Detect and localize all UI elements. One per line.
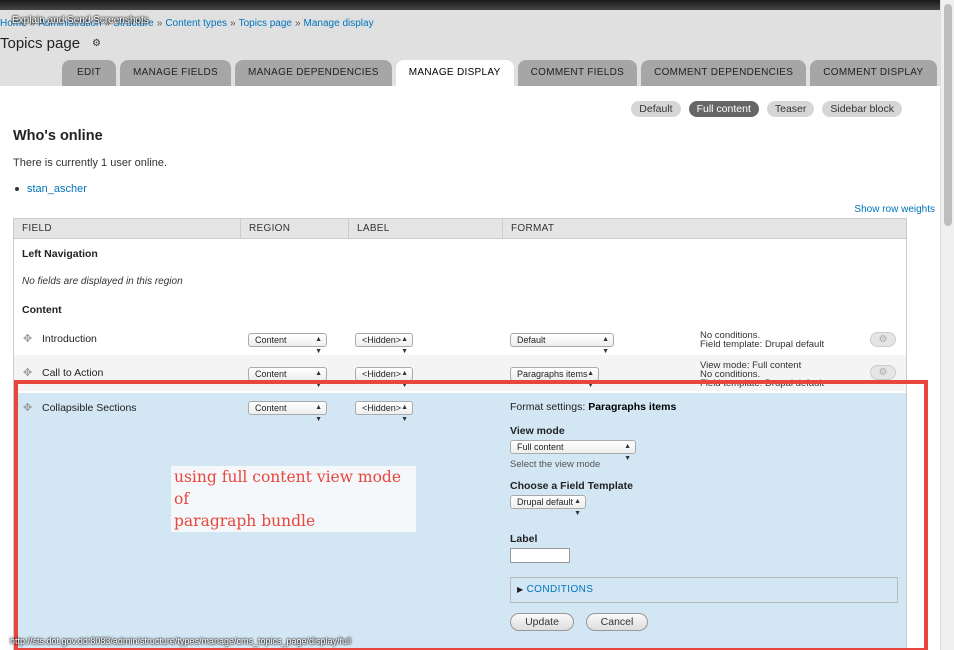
cancel-button[interactable]: Cancel [586,613,648,631]
updown-arrows-icon: ▲ ▼ [315,404,322,423]
breadcrumb-manage-display[interactable]: Manage display [304,18,374,29]
view-mode-description: Select the view mode [510,459,601,470]
annotation-note: using full content view mode of paragrap… [171,466,416,532]
conditions-legend: CONDITIONS [526,584,594,595]
bullet-icon [15,187,19,192]
breadcrumb-separator: » [230,18,236,29]
block-title: Who's online [13,128,103,144]
breadcrumb-separator: » [156,18,163,29]
label-select[interactable]: <Hidden> ▲ ▼ [355,401,413,423]
summary-line: Field template: Drupal default [700,339,825,350]
field-display-table: FIELD REGION LABEL FORMAT Left Navigatio… [13,218,907,650]
tab-manage-dependencies[interactable]: MANAGE DEPENDENCIES [235,60,392,86]
updown-arrows-icon: ▲ ▼ [315,370,322,389]
field-template-select-value: Drupal default [517,497,574,507]
breadcrumb-content-types[interactable]: Content types [165,18,227,29]
field-name: Introduction [42,333,97,345]
view-mode-teaser[interactable]: Teaser [766,101,815,117]
show-row-weights-link[interactable]: Show row weights [854,204,935,215]
user-link[interactable]: stan_ascher [27,183,87,195]
breadcrumb-topics-page[interactable]: Topics page [239,18,292,29]
updown-arrows-icon: ▲ ▼ [624,443,631,462]
online-user-list: stan_ascher [15,183,87,195]
region-left-navigation: Left Navigation [22,248,98,260]
primary-tabs: EDIT MANAGE FIELDS MANAGE DEPENDENCIES M… [62,60,937,86]
tab-manage-display[interactable]: MANAGE DISPLAY [395,60,514,86]
label-select[interactable]: <Hidden> ▲ ▼ [355,333,413,355]
tab-comment-fields[interactable]: COMMENT FIELDS [517,60,638,86]
format-summary: No conditions. Field template: Drupal de… [700,331,825,350]
drag-handle-icon[interactable]: ✥ [23,368,33,379]
format-summary: View mode: Full content No conditions. F… [700,361,825,389]
summary-line: Field template: Drupal default [700,378,825,389]
format-settings-value: Paragraphs items [588,401,677,413]
format-settings-prefix: Format settings: [510,401,586,413]
field-name: Call to Action [42,367,104,379]
column-header-format: FORMAT [511,223,555,234]
view-mode-tabs: Default Full content Teaser Sidebar bloc… [631,101,902,117]
column-header-label: LABEL [349,219,503,239]
updown-arrows-icon: ▲ ▼ [574,498,581,517]
view-mode-select[interactable]: Full content ▲ ▼ [510,440,636,462]
drag-handle-icon[interactable]: ✥ [23,334,33,345]
region-select-value: Content [255,369,287,379]
gear-icon[interactable]: ⚙ [92,39,102,49]
gear-icon[interactable]: ⚙ [870,332,896,347]
format-settings-title: Format settings: Paragraphs items [510,401,676,413]
region-select-value: Content [255,335,287,345]
label-text-input[interactable] [510,548,570,563]
label-select[interactable]: <Hidden> ▲ ▼ [355,367,413,389]
tab-comment-dependencies[interactable]: COMMENT DEPENDENCIES [641,60,807,86]
breadcrumb-separator: » [294,18,301,29]
updown-arrows-icon: ▲ ▼ [401,370,408,389]
field-template-label: Choose a Field Template [510,480,633,492]
region-select[interactable]: Content ▲ ▼ [248,401,327,423]
annotation-line: paragraph bundle [174,512,316,530]
label-select-value: <Hidden> [362,335,402,345]
format-select-value: Paragraphs items [517,369,588,379]
updown-arrows-icon: ▲ ▼ [587,370,594,389]
region-select[interactable]: Content ▲ ▼ [248,333,327,355]
conditions-fieldset[interactable]: ▶ CONDITIONS [510,577,898,603]
drag-handle-icon[interactable]: ✥ [23,403,33,414]
view-mode-sidebar-block[interactable]: Sidebar block [822,101,902,117]
view-mode-select-value: Full content [517,442,564,452]
format-select[interactable]: Paragraphs items ▲ ▼ [510,367,599,389]
format-select-value: Default [517,335,546,345]
page-title: Topics page [0,35,81,52]
view-mode-default[interactable]: Default [631,101,681,117]
triangle-right-icon: ▶ [517,585,524,594]
update-button[interactable]: Update [510,613,574,631]
tab-comment-display[interactable]: COMMENT DISPLAY [810,60,937,86]
vertical-scrollbar[interactable] [940,0,954,650]
table-row: ✥ Call to Action Content ▲ ▼ <Hidden> ▲ ▼ Pa… [14,355,906,391]
view-mode-label: View mode [510,425,565,437]
view-mode-full-content[interactable]: Full content [688,101,759,117]
annotation-line: using full content view mode of [174,468,402,508]
label-field-label: Label [510,533,538,545]
region-empty-message: No fields are displayed in this region [22,276,183,287]
updown-arrows-icon: ▲ ▼ [401,404,408,423]
online-count-text: There is currently 1 user online. [13,157,168,169]
format-select[interactable]: Default ▲ ▼ [510,333,614,355]
table-header: FIELD REGION LABEL FORMAT [14,219,906,239]
column-header-field: FIELD [14,219,241,239]
region-select[interactable]: Content ▲ ▼ [248,367,327,389]
status-bar-url: http://sts.dot.gov.dd:8083/admin/structu… [10,636,352,646]
scrollbar-thumb[interactable] [944,4,952,226]
table-row: ✥ Introduction Content ▲ ▼ <Hidden> ▲ ▼ Defa… [14,323,906,355]
field-template-select[interactable]: Drupal default ▲ ▼ [510,495,586,517]
region-content: Content [22,304,62,316]
tab-edit[interactable]: EDIT [62,60,116,86]
label-select-value: <Hidden> [362,403,402,413]
field-name: Collapsible Sections [42,402,137,414]
region-select-value: Content [255,403,287,413]
label-select-value: <Hidden> [362,369,402,379]
window-title: Explain and Send Screenshots [12,15,149,26]
gear-icon[interactable]: ⚙ [870,365,896,380]
tab-manage-fields[interactable]: MANAGE FIELDS [120,60,232,86]
table-row-expanded: ✥ Collapsible Sections Content ▲ ▼ <Hidden… [14,393,906,650]
column-header-region: REGION [241,219,349,239]
